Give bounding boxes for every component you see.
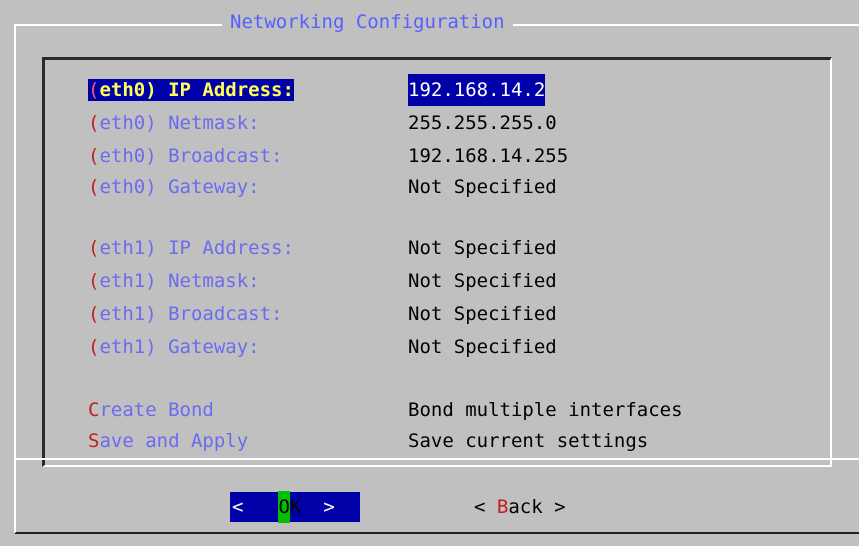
menu-item-label: (eth0) IP Address: xyxy=(88,79,294,101)
back-right-bracket: > xyxy=(542,496,566,518)
menu-item-value: Not Specified xyxy=(408,176,557,198)
back-left-bracket: < xyxy=(474,496,497,518)
menu-item-value: Bond multiple interfaces xyxy=(408,399,683,421)
menu-item-value: Not Specified xyxy=(408,336,557,358)
back-label-rest: ack xyxy=(508,496,543,518)
menu-item-value: 192.168.14.2 xyxy=(408,74,546,106)
menu-item-eth1-ip[interactable]: (eth1) IP Address: Not Specified xyxy=(88,232,557,264)
back-hotkey: B xyxy=(496,496,509,518)
menu-item-create-bond[interactable]: Create Bond Bond multiple interfaces xyxy=(88,394,683,426)
menu-item-save-and-apply[interactable]: Save and Apply Save current settings xyxy=(88,425,648,457)
menu-item-value: 255.255.255.0 xyxy=(408,112,557,134)
ok-right-bracket: > xyxy=(323,496,335,518)
menu-item-value: Not Specified xyxy=(408,237,557,259)
button-bar-divider xyxy=(14,458,859,460)
menu-item-value: Not Specified xyxy=(408,303,557,325)
menu-item-eth1-broadcast[interactable]: (eth1) Broadcast: Not Specified xyxy=(88,298,557,330)
menu-item-eth1-gateway[interactable]: (eth1) Gateway: Not Specified xyxy=(88,331,557,363)
menu-item-eth1-netmask[interactable]: (eth1) Netmask: Not Specified xyxy=(88,265,557,297)
menu-item-value: 192.168.14.255 xyxy=(408,145,569,167)
menu-item-eth0-ip[interactable]: (eth0) IP Address: 192.168.14.2 xyxy=(88,74,546,106)
menu-item-eth0-gateway[interactable]: (eth0) Gateway: Not Specified xyxy=(88,171,557,203)
menu-item-value: Save current settings xyxy=(408,430,649,452)
menu-item-eth0-netmask[interactable]: (eth0) Netmask: 255.255.255.0 xyxy=(88,107,557,139)
ok-hotkey: O xyxy=(278,491,290,523)
ok-button[interactable]: < OK > xyxy=(230,491,360,523)
menu-item-value: Not Specified xyxy=(408,270,557,292)
ok-label-rest: K xyxy=(289,496,302,518)
ok-left-bracket: < xyxy=(232,496,244,518)
back-button[interactable]: < Back > xyxy=(474,492,566,522)
menu-item-eth0-broadcast[interactable]: (eth0) Broadcast: 192.168.14.255 xyxy=(88,140,568,172)
dialog-title: Networking Configuration xyxy=(222,6,513,38)
